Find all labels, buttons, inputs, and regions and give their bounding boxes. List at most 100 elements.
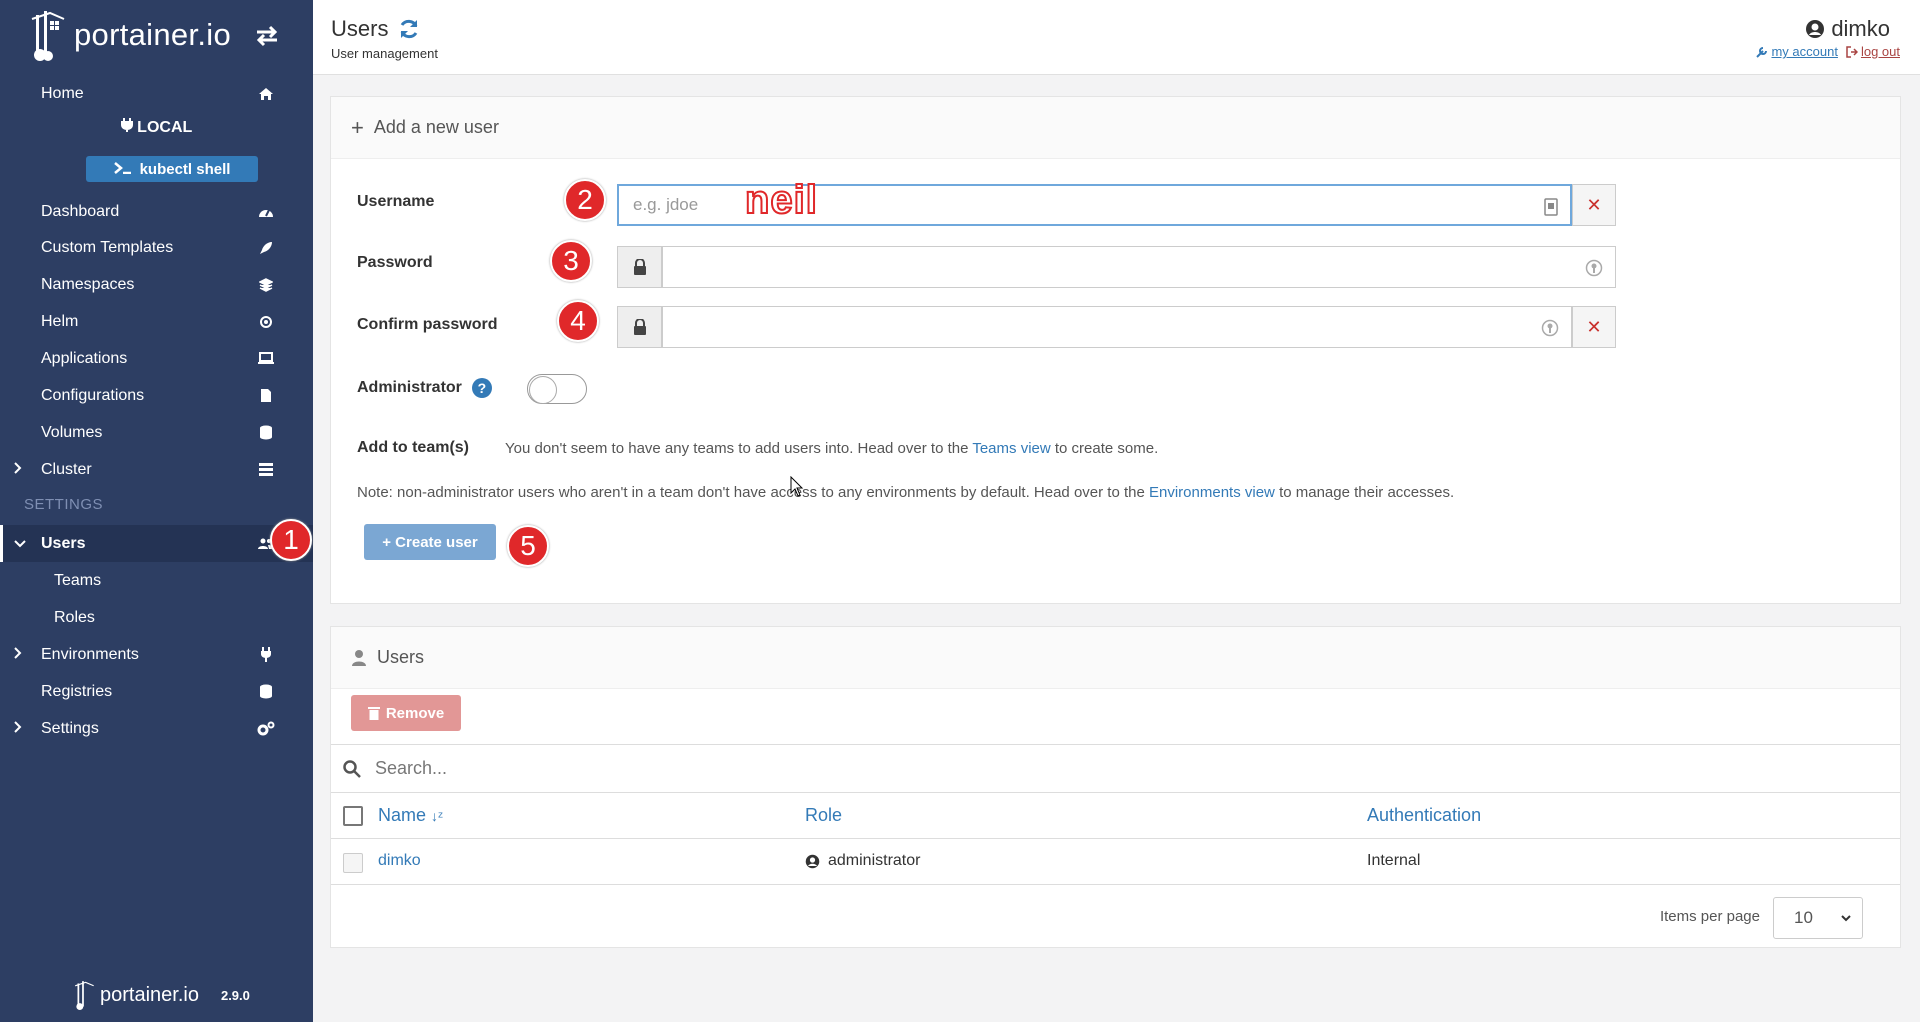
teams-view-link[interactable]: Teams view	[972, 440, 1050, 457]
lock-icon	[617, 246, 662, 288]
users-panel-header: Users	[331, 627, 1900, 689]
username-label: Username	[357, 193, 435, 210]
sidebar-item-home[interactable]: Home	[0, 75, 313, 112]
user-icon	[352, 649, 366, 666]
select-all-checkbox[interactable]	[343, 806, 363, 826]
sidebar-item-volumes[interactable]: Volumes	[0, 414, 313, 451]
column-header-name[interactable]: Name ↓ᶻ	[378, 805, 443, 826]
environments-note: Note: non-administrator users who aren't…	[357, 484, 1455, 501]
current-user: dimko	[1805, 16, 1890, 42]
chevron-down-icon	[14, 535, 26, 553]
file-code-icon	[257, 387, 275, 405]
page-title: Users	[331, 16, 420, 42]
sidebar-item-label: Home	[41, 84, 84, 102]
create-user-button[interactable]: + Create user	[364, 524, 496, 560]
confirm-password-label: Confirm password	[357, 316, 498, 333]
trash-icon	[367, 707, 380, 720]
sort-alpha-icon: ↓ᶻ	[431, 808, 444, 824]
administrator-toggle[interactable]	[527, 374, 587, 404]
user-authentication: Internal	[1367, 852, 1421, 869]
confirm-password-input[interactable]	[662, 306, 1572, 348]
brand-name: portainer.io	[74, 17, 231, 52]
search-icon	[343, 759, 361, 778]
my-account-link[interactable]: my account	[1756, 44, 1838, 59]
column-header-authentication[interactable]: Authentication	[1367, 805, 1481, 826]
teams-label: Add to team(s)	[357, 439, 469, 456]
row-checkbox[interactable]	[343, 853, 363, 873]
database-icon	[257, 424, 275, 442]
chevron-right-icon	[14, 646, 22, 664]
username-clear-button[interactable]: ✕	[1572, 184, 1616, 226]
kubectl-shell-button[interactable]: kubectl shell	[86, 156, 258, 182]
home-icon	[257, 85, 275, 103]
environment-name: LOCAL	[0, 118, 313, 137]
environments-view-link[interactable]: Environments view	[1149, 484, 1275, 501]
annotation-badge-1: 1	[270, 519, 312, 561]
rocket-icon	[257, 239, 275, 257]
annotation-badge-2: 2	[564, 179, 606, 221]
chevron-right-icon	[14, 461, 22, 479]
password-input-group	[617, 246, 1616, 288]
sidebar-item-registries[interactable]: Registries	[0, 673, 313, 710]
portainer-logo-icon	[75, 981, 94, 1010]
sidebar-item-environments[interactable]: Environments	[0, 636, 313, 673]
page-subtitle: User management	[331, 46, 438, 61]
plug-icon	[120, 118, 137, 136]
sidebar-item-cluster[interactable]: Cluster	[0, 451, 313, 488]
user-circle-icon	[1806, 20, 1825, 38]
sidebar-item-settings[interactable]: Settings	[0, 710, 313, 747]
chevron-down-icon	[1841, 915, 1851, 922]
portainer-logo-icon	[31, 11, 65, 61]
sidebar-item-applications[interactable]: Applications	[0, 340, 313, 377]
column-header-role[interactable]: Role	[805, 805, 842, 826]
sidebar-item-users[interactable]: Users	[0, 525, 313, 562]
server-icon	[257, 461, 275, 479]
terminal-icon	[113, 161, 132, 178]
version-label: 2.9.0	[220, 987, 250, 1003]
sidebar-item-dashboard[interactable]: Dashboard	[0, 193, 313, 230]
sidebar-toggle-icon[interactable]	[255, 25, 279, 47]
sidebar-item-roles[interactable]: Roles	[0, 599, 313, 636]
sidebar-item-teams[interactable]: Teams	[0, 562, 313, 599]
annotation-badge-5: 5	[507, 525, 549, 567]
portainer-logo[interactable]: portainer.io	[30, 9, 231, 61]
sidebar-item-configurations[interactable]: Configurations	[0, 377, 313, 414]
mouse-cursor-icon	[790, 476, 804, 497]
search-input[interactable]: Search...	[375, 758, 447, 779]
user-role: administrator	[805, 852, 920, 870]
plus-icon: +	[351, 114, 364, 140]
top-bar: Users User management dimko my account l…	[313, 0, 1920, 75]
confirm-password-input-group: ✕	[617, 306, 1616, 348]
question-circle-icon[interactable]: ?	[471, 378, 492, 398]
annotation-badge-4: 4	[557, 300, 599, 342]
sidebar-item-helm[interactable]: Helm	[0, 303, 313, 340]
sidebar-item-custom-templates[interactable]: Custom Templates	[0, 229, 313, 266]
wrench-icon	[1756, 46, 1768, 58]
items-per-page-label: Items per page	[1659, 908, 1760, 925]
laptop-icon	[257, 350, 275, 368]
log-out-link[interactable]: log out	[1846, 44, 1900, 59]
user-circle-icon	[805, 854, 820, 868]
administrator-label: Administrator ?	[357, 378, 492, 398]
plug-icon	[257, 646, 275, 664]
lock-icon	[617, 306, 662, 348]
user-links: my account log out	[1756, 44, 1900, 59]
sidebar-footer: portainer.io 2.9.0	[74, 980, 250, 1010]
refresh-icon[interactable]	[398, 18, 420, 40]
sign-out-icon	[1846, 45, 1858, 58]
password-input[interactable]	[662, 246, 1616, 288]
chevron-right-icon	[14, 720, 22, 738]
sidebar: portainer.io Home LOCAL kubectl shell Da…	[0, 0, 313, 1022]
sidebar-item-namespaces[interactable]: Namespaces	[0, 266, 313, 303]
users-search[interactable]: Search...	[331, 744, 1900, 793]
sidebar-header: portainer.io	[0, 0, 313, 70]
add-user-panel: + Add a new user	[330, 96, 1901, 604]
cogs-icon	[257, 720, 275, 738]
footer-brand: portainer.io	[100, 983, 199, 1006]
confirm-password-clear-button[interactable]: ✕	[1572, 306, 1616, 348]
row-divider	[331, 884, 1900, 885]
user-name-link[interactable]: dimko	[378, 852, 421, 870]
helm-icon	[257, 313, 275, 331]
remove-button[interactable]: Remove	[351, 695, 461, 731]
items-per-page-select[interactable]: 10	[1773, 897, 1863, 939]
